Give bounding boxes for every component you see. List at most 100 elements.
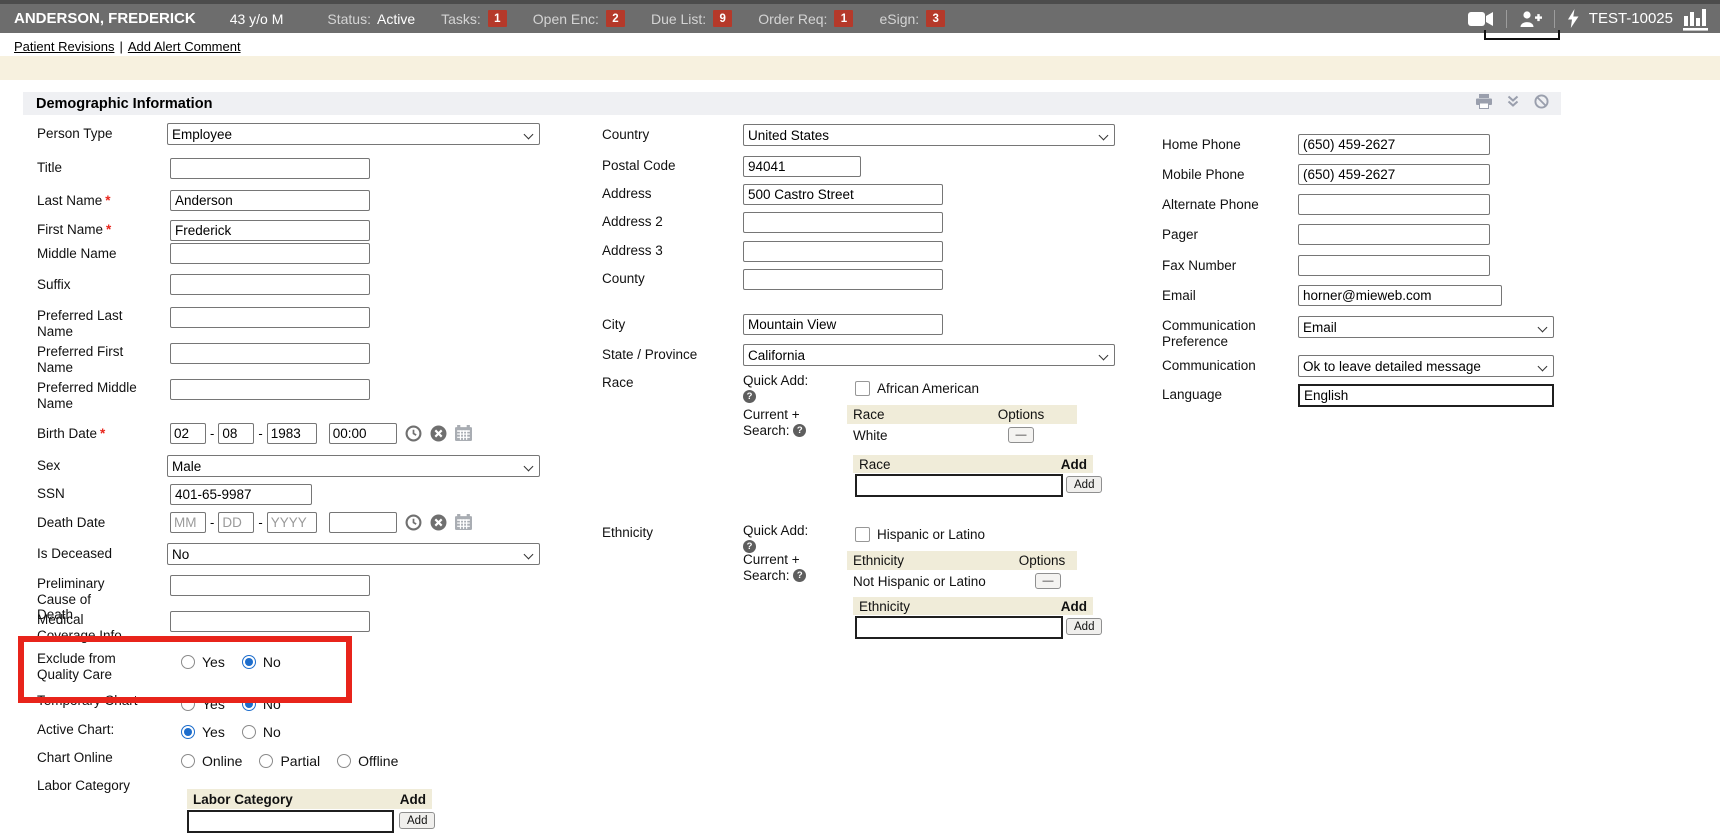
state-province-select[interactable]: California bbox=[743, 344, 1115, 366]
address3-input[interactable] bbox=[743, 241, 943, 262]
tasks-counter[interactable]: Tasks: 1 bbox=[441, 10, 507, 27]
alternate-phone-input[interactable] bbox=[1298, 194, 1490, 215]
calendar-icon[interactable] bbox=[455, 425, 472, 442]
birth-month-input[interactable] bbox=[170, 423, 206, 444]
death-month-input[interactable] bbox=[170, 512, 206, 533]
preliminary-cause-input[interactable] bbox=[170, 575, 370, 596]
clear-date-icon[interactable] bbox=[430, 425, 447, 442]
video-camera-icon[interactable] bbox=[1468, 11, 1494, 27]
temporary-chart-no-radio[interactable] bbox=[242, 697, 256, 711]
sex-select-native[interactable]: Male bbox=[168, 456, 539, 476]
help-icon[interactable]: ? bbox=[793, 424, 806, 437]
order-req-badge[interactable]: 1 bbox=[834, 10, 853, 27]
race-african-american-label[interactable]: African American bbox=[877, 381, 979, 396]
active-chart-yes-radio[interactable] bbox=[181, 725, 195, 739]
communication-preference-select[interactable]: Email bbox=[1298, 316, 1554, 338]
open-enc-badge[interactable]: 2 bbox=[606, 10, 625, 27]
language-input[interactable] bbox=[1298, 384, 1554, 407]
is-deceased-select[interactable]: No bbox=[167, 543, 540, 565]
exclude-quality-yes-label[interactable]: Yes bbox=[202, 654, 225, 670]
race-add-button[interactable]: Add bbox=[1066, 476, 1102, 493]
title-input[interactable] bbox=[170, 158, 370, 179]
race-remove-button[interactable]: — bbox=[1008, 427, 1034, 443]
fax-number-input[interactable] bbox=[1298, 255, 1490, 276]
help-icon[interactable]: ? bbox=[793, 569, 806, 582]
race-add-input[interactable] bbox=[855, 474, 1063, 497]
ethnicity-add-input[interactable] bbox=[855, 616, 1063, 639]
active-chart-no-label[interactable]: No bbox=[263, 724, 281, 740]
first-name-input[interactable] bbox=[170, 220, 370, 241]
person-type-select[interactable]: Employee bbox=[167, 123, 540, 145]
communication-select[interactable]: Ok to leave detailed message bbox=[1298, 355, 1554, 377]
calendar-icon[interactable] bbox=[455, 514, 472, 531]
patient-revisions-link[interactable]: Patient Revisions bbox=[14, 39, 114, 54]
is-deceased-select-native[interactable]: No bbox=[168, 544, 539, 564]
chart-online-online-label[interactable]: Online bbox=[202, 753, 242, 769]
death-day-input[interactable] bbox=[218, 512, 254, 533]
lightning-icon[interactable] bbox=[1567, 9, 1579, 28]
chart-online-partial-label[interactable]: Partial bbox=[280, 753, 320, 769]
labor-category-input[interactable] bbox=[187, 810, 394, 833]
add-person-icon[interactable] bbox=[1519, 10, 1542, 27]
ssn-input[interactable] bbox=[170, 484, 312, 505]
address-input[interactable] bbox=[743, 184, 943, 205]
postal-code-input[interactable] bbox=[743, 156, 861, 177]
pager-input[interactable] bbox=[1298, 224, 1490, 245]
due-list-counter[interactable]: Due List: 9 bbox=[651, 10, 732, 27]
active-chart-no-radio[interactable] bbox=[242, 725, 256, 739]
sex-select[interactable]: Male bbox=[167, 455, 540, 477]
clock-icon[interactable] bbox=[405, 514, 422, 531]
clock-icon[interactable] bbox=[405, 425, 422, 442]
exclude-quality-no-radio[interactable] bbox=[242, 655, 256, 669]
email-input[interactable] bbox=[1298, 285, 1502, 306]
ethnicity-add-button[interactable]: Add bbox=[1066, 618, 1102, 635]
ethnicity-remove-button[interactable]: — bbox=[1035, 573, 1061, 589]
preferred-first-name-input[interactable] bbox=[170, 343, 370, 364]
birth-year-input[interactable] bbox=[267, 423, 317, 444]
temporary-chart-no-label[interactable]: No bbox=[263, 696, 281, 712]
address2-input[interactable] bbox=[743, 212, 943, 233]
medical-coverage-input[interactable] bbox=[170, 611, 370, 632]
middle-name-input[interactable] bbox=[170, 243, 370, 264]
mobile-phone-input[interactable] bbox=[1298, 164, 1490, 185]
preferred-middle-name-input[interactable] bbox=[170, 379, 370, 400]
order-req-counter[interactable]: Order Req: 1 bbox=[758, 10, 853, 27]
chart-online-offline-radio[interactable] bbox=[337, 754, 351, 768]
esign-counter[interactable]: eSign: 3 bbox=[879, 10, 945, 27]
preferred-last-name-input[interactable] bbox=[170, 307, 370, 328]
ethnicity-hispanic-checkbox[interactable] bbox=[855, 527, 870, 542]
death-time-input[interactable] bbox=[329, 512, 397, 533]
exclude-quality-no-label[interactable]: No bbox=[263, 654, 281, 670]
temporary-chart-yes-radio[interactable] bbox=[181, 697, 195, 711]
county-input[interactable] bbox=[743, 269, 943, 290]
help-icon[interactable]: ? bbox=[743, 390, 756, 403]
open-enc-counter[interactable]: Open Enc: 2 bbox=[533, 10, 625, 27]
print-icon[interactable] bbox=[1476, 94, 1492, 114]
add-alert-comment-link[interactable]: Add Alert Comment bbox=[128, 39, 241, 54]
system-id[interactable]: TEST-10025 bbox=[1589, 10, 1673, 27]
country-select[interactable]: United States bbox=[743, 124, 1115, 146]
race-african-american-checkbox[interactable] bbox=[855, 381, 870, 396]
temporary-chart-yes-label[interactable]: Yes bbox=[202, 696, 225, 712]
active-chart-yes-label[interactable]: Yes bbox=[202, 724, 225, 740]
collapse-chevrons-icon[interactable] bbox=[1506, 94, 1520, 113]
clear-date-icon[interactable] bbox=[430, 514, 447, 531]
home-phone-input[interactable] bbox=[1298, 134, 1490, 155]
tasks-badge[interactable]: 1 bbox=[488, 10, 507, 27]
chart-online-online-radio[interactable] bbox=[181, 754, 195, 768]
chart-online-offline-label[interactable]: Offline bbox=[358, 753, 398, 769]
suffix-input[interactable] bbox=[170, 274, 370, 295]
person-type-select-native[interactable]: Employee bbox=[168, 124, 539, 144]
bar-chart-icon[interactable] bbox=[1683, 7, 1710, 31]
birth-time-input[interactable] bbox=[329, 423, 397, 444]
communication-select-native[interactable]: Ok to leave detailed message bbox=[1299, 356, 1553, 376]
due-list-badge[interactable]: 9 bbox=[713, 10, 732, 27]
chart-online-partial-radio[interactable] bbox=[259, 754, 273, 768]
ethnicity-hispanic-label[interactable]: Hispanic or Latino bbox=[877, 527, 985, 542]
birth-day-input[interactable] bbox=[218, 423, 254, 444]
last-name-input[interactable] bbox=[170, 190, 370, 211]
exclude-quality-yes-radio[interactable] bbox=[181, 655, 195, 669]
esign-badge[interactable]: 3 bbox=[926, 10, 945, 27]
death-year-input[interactable] bbox=[267, 512, 317, 533]
disable-section-icon[interactable] bbox=[1534, 94, 1549, 114]
